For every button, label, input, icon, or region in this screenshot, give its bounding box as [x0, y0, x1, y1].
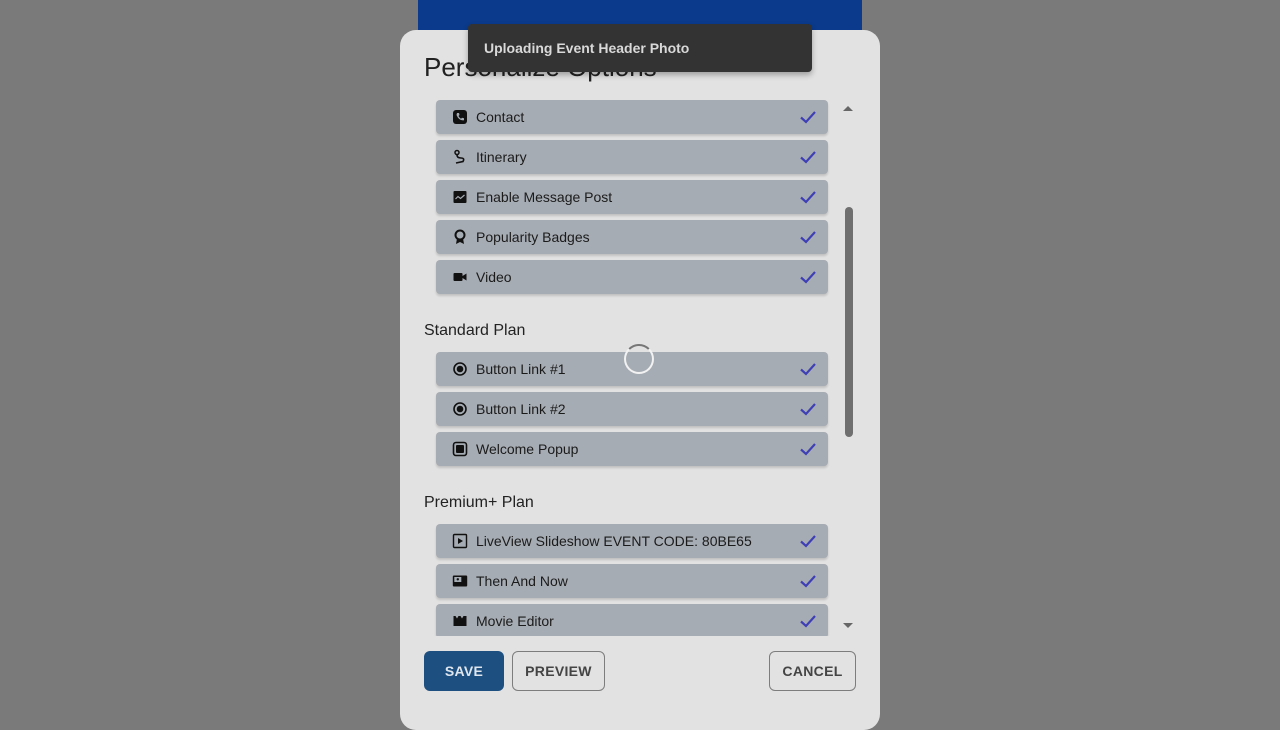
loading-spinner [624, 344, 654, 374]
option-label: Welcome Popup [476, 441, 579, 457]
toast-message: Uploading Event Header Photo [484, 40, 690, 56]
option-label: Popularity Badges [476, 229, 590, 245]
cancel-button[interactable]: CANCEL [769, 651, 856, 691]
option-label: Video [476, 269, 512, 285]
option-video[interactable]: Video [436, 260, 828, 294]
option-movie-editor[interactable]: Movie Editor [436, 604, 828, 636]
option-button-link-2[interactable]: Button Link #2 [436, 392, 828, 426]
preview-button[interactable]: PREVIEW [512, 651, 605, 691]
option-label: Button Link #2 [476, 401, 566, 417]
option-label: Movie Editor [476, 613, 554, 629]
radio-button-icon [452, 401, 468, 417]
option-welcome-popup[interactable]: Welcome Popup [436, 432, 828, 466]
option-enable-message-post[interactable]: Enable Message Post [436, 180, 828, 214]
photo-compare-icon [452, 573, 468, 589]
badge-icon [452, 229, 468, 245]
check-icon [798, 399, 818, 419]
option-itinerary[interactable]: Itinerary [436, 140, 828, 174]
route-icon [452, 149, 468, 165]
option-liveview-slideshow[interactable]: LiveView Slideshow EVENT CODE: 80BE65 [436, 524, 828, 558]
popup-icon [452, 441, 468, 457]
check-icon [798, 147, 818, 167]
option-label: Contact [476, 109, 525, 125]
scroll-down-arrow-icon[interactable] [843, 623, 853, 628]
scroll-up-arrow-icon[interactable] [843, 106, 853, 111]
movie-icon [452, 613, 468, 629]
slideshow-icon [452, 533, 468, 549]
option-label: Then And Now [476, 573, 568, 589]
videocam-icon [452, 269, 468, 285]
check-icon [798, 267, 818, 287]
check-icon [798, 107, 818, 127]
check-icon [798, 611, 818, 631]
upload-toast: Uploading Event Header Photo [468, 24, 812, 72]
standard-plan-heading: Standard Plan [424, 322, 526, 339]
check-icon [798, 187, 818, 207]
premium-plan-heading: Premium+ Plan [424, 494, 534, 511]
option-popularity-badges[interactable]: Popularity Badges [436, 220, 828, 254]
check-icon [798, 227, 818, 247]
message-image-icon [452, 189, 468, 205]
check-icon [798, 531, 818, 551]
option-label: Itinerary [476, 149, 527, 165]
option-label: Enable Message Post [476, 189, 613, 205]
option-contact[interactable]: Contact [436, 100, 828, 134]
option-then-and-now[interactable]: Then And Now [436, 564, 828, 598]
check-icon [798, 359, 818, 379]
personalize-options-dialog: Personalize Options Contact Itinerary [400, 30, 880, 730]
option-label: LiveView Slideshow EVENT CODE: 80BE65 [476, 533, 752, 549]
save-button[interactable]: SAVE [424, 651, 504, 691]
phone-icon [452, 109, 468, 125]
check-icon [798, 439, 818, 459]
radio-button-icon [452, 361, 468, 377]
scrollbar-thumb[interactable] [845, 207, 853, 437]
check-icon [798, 571, 818, 591]
